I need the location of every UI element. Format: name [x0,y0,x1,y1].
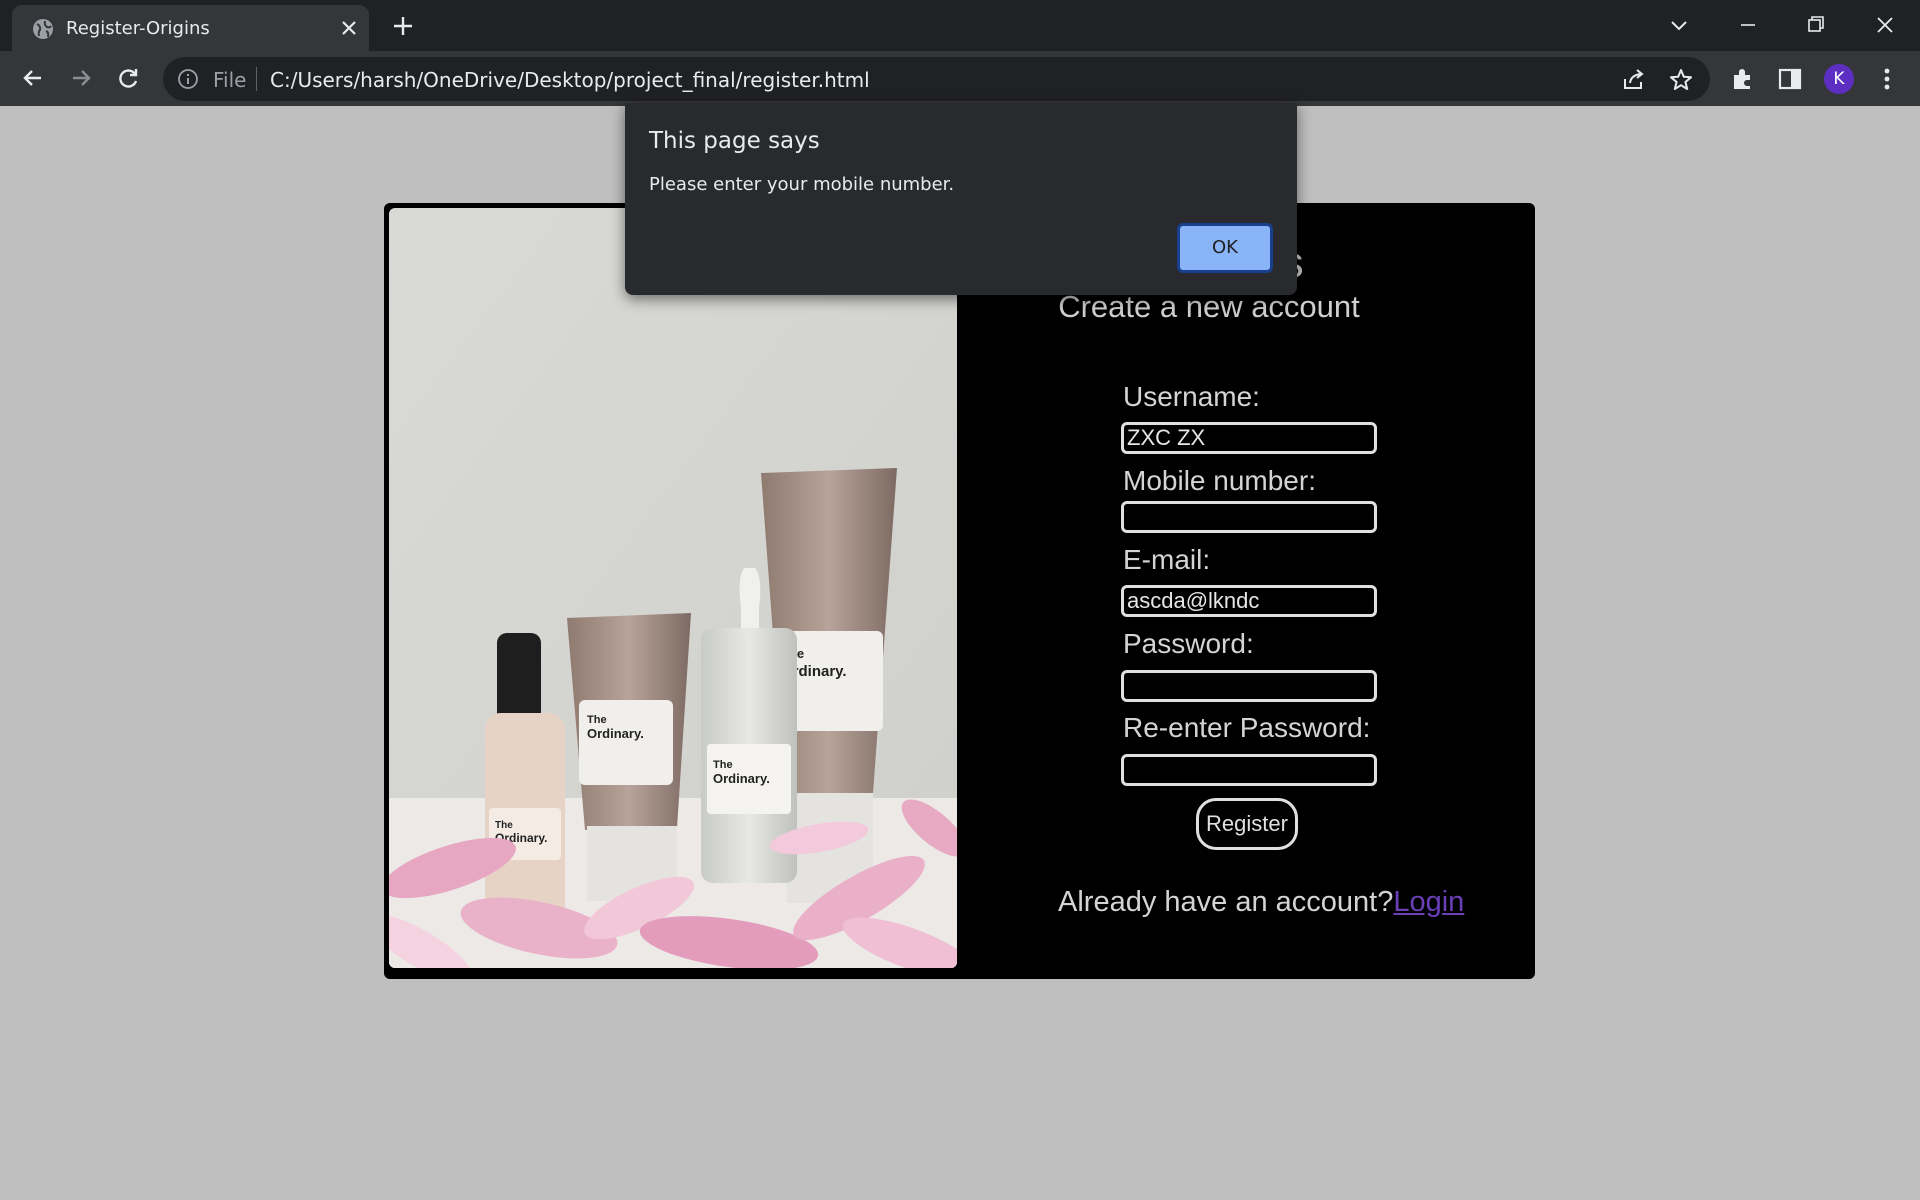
close-tab-icon[interactable] [337,16,361,40]
username-label: Username: [1123,381,1260,412]
reenter-password-label: Re-enter Password: [1123,712,1371,743]
more-menu-icon[interactable] [1873,65,1901,93]
alert-title: This page says [649,128,820,154]
tab-search-icon[interactable] [1664,10,1694,40]
tab-title: Register-Origins [66,18,210,39]
mobile-label: Mobile number: [1123,465,1316,496]
browser-tab[interactable]: Register-Origins [12,5,369,51]
reenter-password-input[interactable] [1121,754,1377,786]
bookmark-star-icon[interactable] [1668,67,1694,93]
email-label: E-mail: [1123,544,1211,575]
reload-icon[interactable] [114,64,142,92]
login-prompt: Already have an account?Login [1058,886,1464,919]
svg-text:The: The [713,759,733,771]
email-input[interactable]: ascda@lkndc [1121,585,1377,617]
forward-icon[interactable] [67,64,95,92]
register-button[interactable]: Register [1196,798,1298,850]
svg-text:The: The [495,820,513,831]
password-label: Password: [1123,628,1254,659]
address-divider [256,67,257,91]
svg-text:Ordinary.: Ordinary. [587,726,644,741]
new-tab-icon[interactable] [390,13,416,39]
password-input[interactable] [1121,670,1377,702]
register-card: The Ordinary. The Ordinary. The Ordinary… [384,203,1535,979]
extensions-icon[interactable] [1729,65,1757,93]
alert-message: Please enter your mobile number. [649,174,955,195]
alert-dialog: This page says Please enter your mobile … [625,103,1297,295]
profile-avatar[interactable]: K [1824,64,1854,94]
ok-button[interactable]: OK [1177,223,1273,273]
restore-icon[interactable] [1801,10,1831,40]
info-icon[interactable] [177,68,199,90]
username-input[interactable]: ZXC ZX [1121,422,1377,454]
minimize-icon[interactable] [1733,10,1763,40]
login-link[interactable]: Login [1393,886,1464,918]
browser-toolbar: File C:/Users/harsh/OneDrive/Desktop/pro… [0,51,1920,106]
svg-text:Ordinary.: Ordinary. [713,771,770,786]
svg-text:The: The [587,714,607,726]
share-icon[interactable] [1621,67,1647,93]
login-prompt-text: Already have an account? [1058,886,1394,918]
back-icon[interactable] [19,64,47,92]
mobile-input[interactable] [1121,501,1377,533]
skincare-products-image: The Ordinary. The Ordinary. The Ordinary… [389,208,957,968]
globe-icon [33,19,53,39]
address-url[interactable]: C:/Users/harsh/OneDrive/Desktop/project_… [270,68,870,92]
side-panel-icon[interactable] [1776,65,1804,93]
address-bar[interactable]: File C:/Users/harsh/OneDrive/Desktop/pro… [163,57,1710,101]
tab-strip: Register-Origins [0,0,1920,51]
close-window-icon[interactable] [1870,10,1900,40]
address-scheme: File [213,68,247,92]
